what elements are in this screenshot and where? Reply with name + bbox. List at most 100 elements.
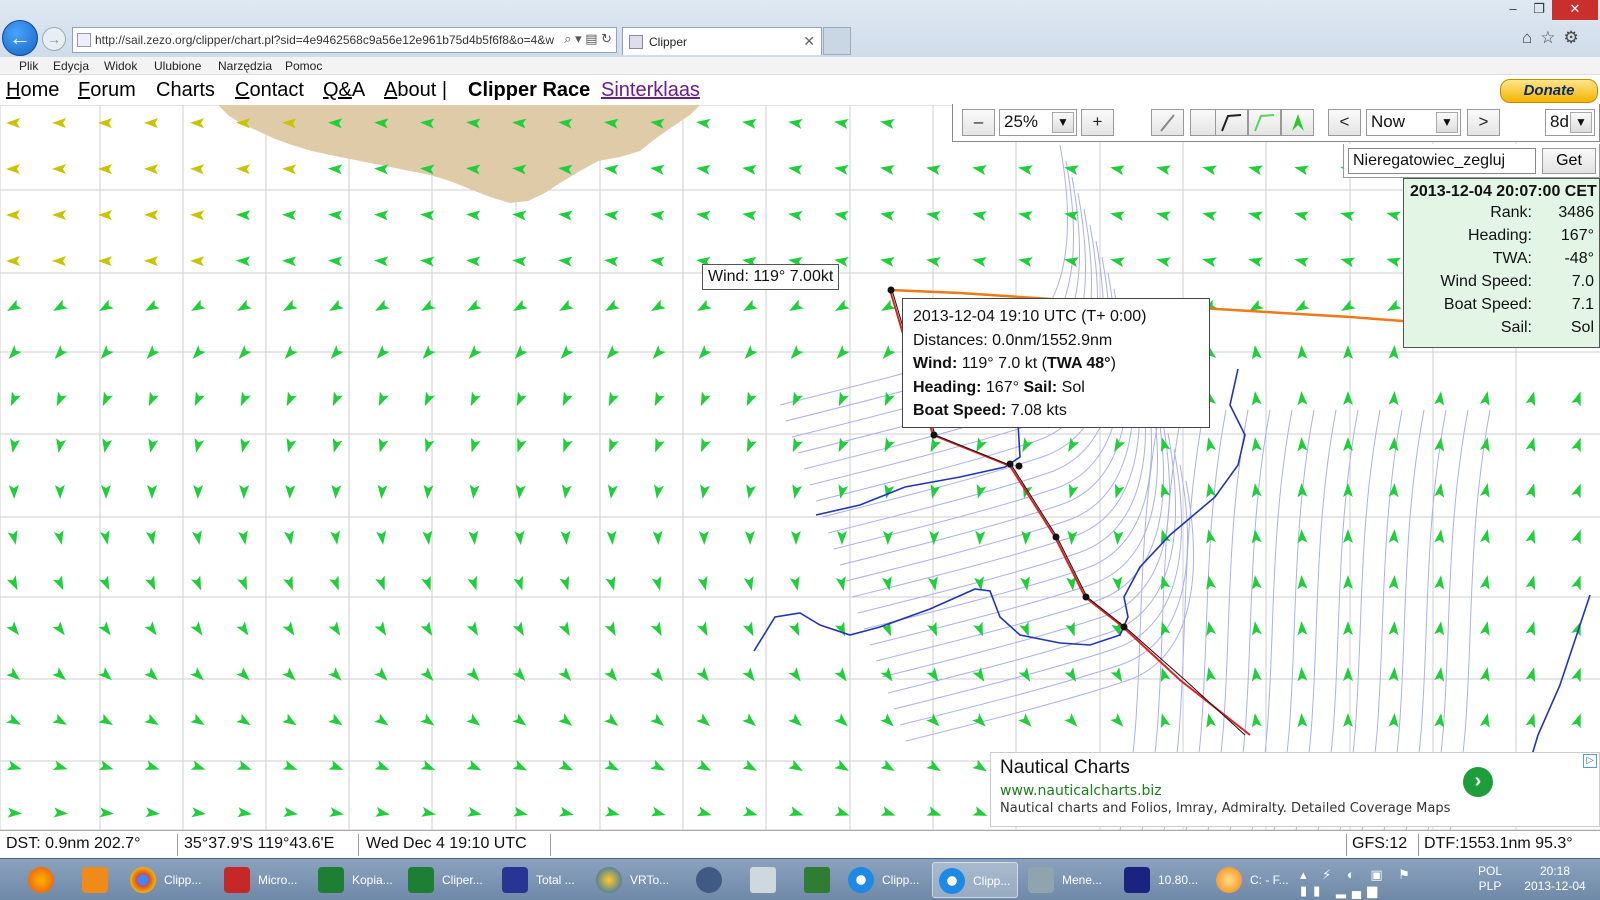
nav-qa[interactable]: Q&A (323, 79, 365, 102)
nav-charts[interactable]: Charts (156, 79, 215, 102)
taskbar-item-micro[interactable]: Micro... (218, 862, 308, 898)
wind-arrow-icon (1343, 713, 1353, 727)
taskbar-item-mene[interactable]: Mene... (1022, 862, 1114, 898)
wind-arrow-icon (1297, 621, 1308, 636)
player-name-input[interactable]: Nieregatowiec_zegluj (1348, 148, 1536, 174)
media-player-taskbar-icon[interactable] (70, 862, 120, 898)
taskbar-item-kopia[interactable]: Kopia... (312, 862, 397, 898)
wind-arrow-icon (236, 164, 251, 175)
wind-arrow-icon (1114, 483, 1125, 499)
nav-contact[interactable]: Contact (235, 79, 304, 102)
ad-arrow-icon[interactable]: › (1463, 767, 1493, 797)
ad-title[interactable]: Nautical Charts (1000, 757, 1130, 779)
task-manager-icon (1028, 867, 1054, 893)
wind-arrow-icon (378, 391, 390, 407)
system-clock[interactable]: 20:18 2013-12-04 (1515, 864, 1595, 894)
wind-toggle-icon[interactable] (1281, 109, 1314, 136)
menu-narzedzia[interactable]: Narzędzia (218, 59, 272, 73)
wind-arrow-icon (883, 530, 894, 545)
address-bar[interactable]: http://sail.zezo.org/clipper/chart.pl?si… (72, 27, 617, 53)
taskbar-item-drive[interactable]: C: - F... (1210, 862, 1298, 898)
forward-button[interactable]: → (42, 27, 66, 51)
address-tools-icons[interactable]: ⌕ ▾ ▤ ↻ (560, 31, 612, 47)
taskbar-item-cliper[interactable]: Cliper... (402, 862, 492, 898)
popup-heading-label: Heading: (913, 378, 982, 396)
nav-home[interactable]: Home (6, 79, 59, 102)
wind-arrow-icon (512, 759, 528, 771)
taskbar-item-vrto[interactable]: VRTo... (590, 862, 680, 898)
wind-arrow-icon (560, 530, 571, 545)
time-next-button[interactable]: > (1467, 109, 1500, 136)
taskbar-item-ie-clipper-1[interactable]: Clipp... (842, 862, 928, 898)
wind-arrow-icon (975, 530, 986, 545)
wind-arrow-icon (148, 391, 160, 407)
satellite-taskbar-icon[interactable] (684, 862, 734, 898)
home-favorites-settings-icons[interactable]: ⌂☆⚙ (1522, 28, 1587, 48)
map-canvas[interactable] (0, 105, 1600, 830)
wind-arrow-icon (650, 210, 665, 221)
nav-forum[interactable]: Forum (78, 79, 136, 102)
time-select[interactable]: Now ▼ (1366, 109, 1461, 136)
browser-tab-clipper[interactable]: Clipper ✕ (622, 27, 822, 55)
wind-arrow-icon (52, 621, 65, 636)
wind-arrow-icon (6, 210, 20, 220)
zoom-select[interactable]: 25% ▼ (999, 109, 1077, 136)
nav-race-link[interactable]: Sinterklaas (601, 79, 700, 102)
wind-arrow-icon (7, 299, 22, 311)
wind-arrow-icon (788, 164, 803, 175)
tab-close-icon[interactable]: ✕ (803, 33, 815, 50)
firefox-taskbar-icon[interactable] (16, 862, 66, 898)
window-close-button[interactable]: ✕ (1552, 0, 1598, 20)
wind-arrow-icon (376, 530, 387, 545)
wind-arrow-icon (328, 164, 343, 175)
ad-choices-icon[interactable]: ▷ (1583, 754, 1597, 768)
taskbar-item-chrome[interactable]: Clipp... (124, 862, 214, 898)
wind-arrow-icon (742, 164, 757, 175)
taskbar-item-ie-clipper-2[interactable]: Clipp... (932, 862, 1018, 898)
language-indicator[interactable]: POL PLP (1478, 864, 1502, 894)
back-button[interactable]: ← (2, 20, 38, 56)
publisher-taskbar-icon[interactable] (792, 862, 842, 898)
browser-chrome: ← → http://sail.zezo.org/clipper/chart.p… (0, 0, 1600, 57)
time-prev-button[interactable]: < (1328, 109, 1361, 136)
map-svg (0, 105, 1600, 830)
donate-button[interactable]: Donate (1500, 79, 1598, 103)
menu-edycja[interactable]: Edycja (53, 59, 89, 73)
wind-arrow-icon (880, 759, 895, 772)
wind-arrow-icon (1434, 621, 1445, 636)
ad-banner[interactable]: Nautical Charts www.nauticalcharts.biz N… (990, 752, 1600, 827)
wind-arrow-icon (1297, 713, 1308, 728)
zoom-out-button[interactable]: – (962, 109, 995, 136)
taskbar-item-network[interactable]: 10.80... (1118, 862, 1206, 898)
wind-arrow-icon (1297, 575, 1308, 590)
wind-arrow-icon (1018, 257, 1033, 268)
boat-sail-row: Sail: Sol (1404, 319, 1594, 341)
keyboard-taskbar-icon[interactable] (738, 862, 788, 898)
wind-arrow-icon (742, 713, 757, 727)
menu-ulubione[interactable]: Ulubione (154, 59, 201, 73)
menu-plik[interactable]: Plik (19, 59, 38, 73)
nav-about[interactable]: About | (384, 79, 447, 102)
wind-arrow-icon (650, 759, 666, 771)
menu-widok[interactable]: Widok (104, 59, 137, 73)
zoom-in-button[interactable]: + (1081, 109, 1114, 136)
chevron-down-icon: ▼ (1052, 112, 1074, 133)
window-minimize-button[interactable]: – (1500, 0, 1526, 20)
taskbar-item-total[interactable]: Total ... (496, 862, 586, 898)
route-tool-icon[interactable] (1215, 109, 1248, 136)
get-button[interactable]: Get (1542, 148, 1596, 174)
wind-arrow-icon (517, 437, 527, 453)
range-select[interactable]: 8d ▼ (1545, 109, 1595, 136)
menu-pomoc[interactable]: Pomoc (285, 59, 322, 73)
new-tab-button[interactable] (823, 27, 851, 55)
wind-arrow-icon (286, 391, 298, 407)
system-tray-icons[interactable]: ▴ ⚡ ◐ ▣ ⚑ ▮▮ ▂▄▆ (1300, 867, 1450, 898)
isochrone-tool-icon[interactable] (1248, 109, 1281, 136)
window-maximize-button[interactable]: ❐ (1526, 0, 1552, 20)
wind-arrow-icon (1525, 437, 1536, 453)
wind-arrow-icon (742, 210, 757, 221)
wind-arrow-icon (696, 210, 711, 221)
ad-url[interactable]: www.nauticalcharts.biz (1000, 783, 1162, 799)
measure-tool-icon[interactable] (1151, 109, 1184, 136)
wind-arrow-icon (701, 437, 711, 453)
